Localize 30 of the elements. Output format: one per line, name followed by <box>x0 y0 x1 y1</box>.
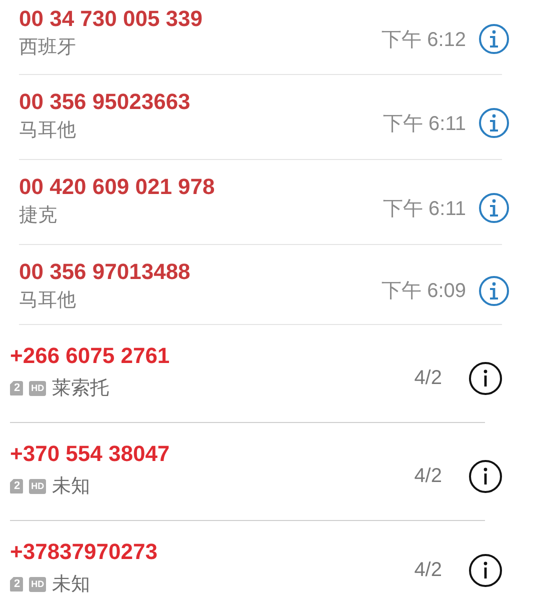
phone-number: +37837970273 <box>10 539 158 565</box>
hd-badge: HD <box>29 380 46 396</box>
info-icon[interactable] <box>468 459 503 494</box>
call-time: 4/2 <box>414 367 442 390</box>
call-time: 4/2 <box>414 558 442 582</box>
call-time: 下午 6:12 <box>382 28 466 52</box>
location-label: 未知 <box>52 475 90 497</box>
sim-badge: 2 <box>10 478 24 494</box>
phone-number: +266 6075 2761 <box>10 343 171 369</box>
phone-number: 00 356 95023663 <box>19 89 192 115</box>
location-label: 马耳他 <box>19 289 76 311</box>
phone-number: 00 356 97013488 <box>19 259 192 285</box>
phone-number: 00 34 730 005 339 <box>19 6 204 32</box>
call-time: 下午 6:11 <box>383 112 466 136</box>
info-icon[interactable] <box>468 552 503 588</box>
phone-number: +370 554 38047 <box>10 441 171 467</box>
call-time: 下午 6:09 <box>382 279 466 304</box>
location-label: 西班牙 <box>19 36 76 58</box>
sim-badge: 2 <box>10 380 24 396</box>
location-label: 马耳他 <box>19 119 76 141</box>
location-label: 未知 <box>52 573 90 595</box>
hd-badge: HD <box>29 478 46 494</box>
call-time: 下午 6:11 <box>383 196 466 222</box>
info-icon[interactable] <box>468 361 503 396</box>
call-time: 4/2 <box>414 465 442 488</box>
location-label: 捷克 <box>19 204 57 226</box>
hd-badge: HD <box>29 576 46 592</box>
location-label: 莱索托 <box>52 377 110 399</box>
phone-number: 00 420 609 021 978 <box>19 174 216 200</box>
sim-badge: 2 <box>10 576 24 592</box>
